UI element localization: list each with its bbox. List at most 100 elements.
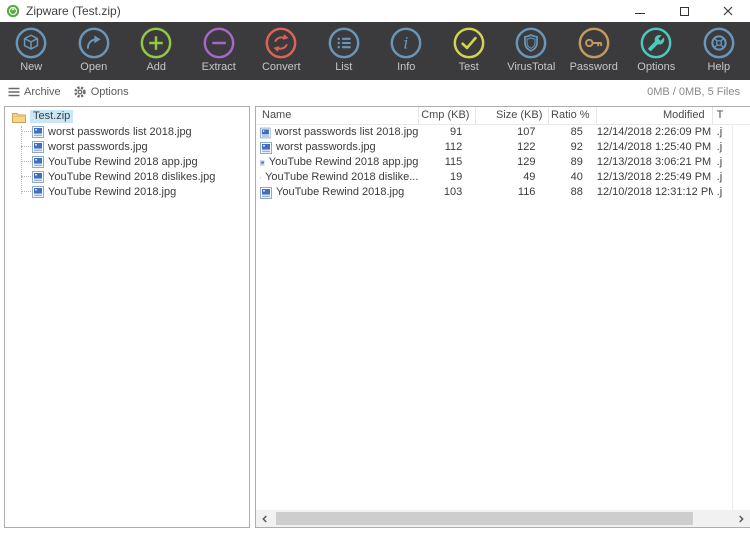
column-header-modified[interactable]: Modified xyxy=(597,107,713,124)
minimize-icon xyxy=(635,13,645,14)
tree-item-file[interactable]: worst passwords.jpg xyxy=(5,139,249,154)
toolbar-label: Test xyxy=(458,61,479,73)
chevron-left-icon xyxy=(261,515,267,522)
tree-connector-line xyxy=(21,126,22,194)
toolbar-button-extract[interactable]: Extract xyxy=(188,22,251,73)
toolbar-label: VirusTotal xyxy=(507,61,556,73)
tree-item-file[interactable]: YouTube Rewind 2018.jpg xyxy=(5,184,249,199)
file-row[interactable]: YouTube Rewind 2018 dislike... 19 49 40 … xyxy=(256,170,750,185)
info-icon: i xyxy=(390,27,422,59)
file-row[interactable]: worst passwords.jpg 112 122 92 12/14/201… xyxy=(256,140,750,155)
cell-size: 129 xyxy=(517,156,536,168)
cell-modified: 12/14/2018 1:25:40 PM xyxy=(596,141,712,153)
tree-item-file[interactable]: YouTube Rewind 2018 dislikes.jpg xyxy=(5,169,249,184)
column-header-size[interactable]: Size (KB) xyxy=(476,107,550,124)
image-file-icon xyxy=(260,127,271,139)
toolbar-button-open[interactable]: Open xyxy=(63,22,126,73)
app-logo-icon xyxy=(6,4,20,18)
file-row[interactable]: YouTube Rewind 2018 app.jpg 115 129 89 1… xyxy=(256,155,750,170)
toolbar-label: Add xyxy=(146,61,167,73)
toolbar-button-new[interactable]: New xyxy=(0,22,63,73)
toolbar-label: Extract xyxy=(201,61,236,73)
file-row[interactable]: YouTube Rewind 2018.jpg 103 116 88 12/10… xyxy=(256,185,750,200)
cell-ratio: 89 xyxy=(570,156,583,168)
cell-cmp: 115 xyxy=(444,156,463,168)
column-separator xyxy=(732,125,733,512)
tree-stub xyxy=(21,176,31,177)
toolbar-button-help[interactable]: Help xyxy=(688,22,750,73)
image-file-icon xyxy=(260,142,272,154)
tree-item-label: YouTube Rewind 2018 dislikes.jpg xyxy=(48,170,216,183)
cell-cmp: 112 xyxy=(444,141,463,153)
menu-archive[interactable]: Archive xyxy=(8,86,61,98)
cell-ratio: 92 xyxy=(570,141,583,153)
cell-modified: 12/10/2018 12:31:12 PM xyxy=(596,186,713,198)
tree-item-file[interactable]: worst passwords list 2018.jpg xyxy=(5,124,249,139)
cell-name: YouTube Rewind 2018 dislike... xyxy=(256,170,418,185)
toolbar-label: List xyxy=(335,61,353,73)
image-file-icon xyxy=(260,187,272,199)
tree-stub xyxy=(21,131,31,132)
cell-cmp: 19 xyxy=(450,171,463,183)
minimize-button[interactable] xyxy=(618,0,662,22)
cell-ratio: 85 xyxy=(570,126,583,138)
toolbar-button-add[interactable]: Add xyxy=(125,22,188,73)
close-button[interactable] xyxy=(706,0,750,22)
menu-options-label: Options xyxy=(90,86,129,98)
column-header-type[interactable]: T xyxy=(713,107,750,124)
window-controls xyxy=(618,0,750,22)
tree-item-file[interactable]: YouTube Rewind 2018 app.jpg xyxy=(5,154,249,169)
key-icon xyxy=(578,27,610,59)
svg-text:i: i xyxy=(404,34,409,53)
maximize-icon xyxy=(679,6,689,16)
tree-root-testzip[interactable]: Test.zip xyxy=(5,109,249,124)
column-header-cmp[interactable]: Cmp (KB) xyxy=(419,107,477,124)
zipware-window: Zipware (Test.zip) New Open Add Extract … xyxy=(0,0,750,536)
toolbar-button-options[interactable]: Options xyxy=(625,22,688,73)
hamburger-icon xyxy=(8,87,20,97)
scroll-left-button[interactable] xyxy=(256,510,273,527)
column-header-ratio[interactable]: Ratio % xyxy=(549,107,597,124)
convert-arrows-icon xyxy=(265,27,297,59)
archive-status: 0MB / 0MB, 5 Files xyxy=(647,86,740,98)
horizontal-scrollbar[interactable] xyxy=(256,510,750,527)
file-row[interactable]: worst passwords list 2018.jpg 91 107 85 … xyxy=(256,125,750,140)
toolbar-button-info[interactable]: i Info xyxy=(375,22,438,73)
cell-size: 49 xyxy=(523,171,536,183)
list-icon xyxy=(328,27,360,59)
toolbar-button-convert[interactable]: Convert xyxy=(250,22,313,73)
title-bar: Zipware (Test.zip) xyxy=(0,0,750,22)
toolbar-label: Password xyxy=(569,61,618,73)
cell-ratio: 40 xyxy=(570,171,583,183)
table-body: worst passwords list 2018.jpg 91 107 85 … xyxy=(256,125,750,512)
toolbar-button-test[interactable]: Test xyxy=(438,22,501,73)
tree-stub xyxy=(21,191,31,192)
column-header-name[interactable]: Name xyxy=(256,107,419,124)
maximize-button[interactable] xyxy=(662,0,706,22)
lifering-icon xyxy=(703,27,735,59)
scroll-right-button[interactable] xyxy=(732,510,749,527)
tree-item-label: YouTube Rewind 2018.jpg xyxy=(48,185,177,198)
toolbar-button-virustotal[interactable]: VirusTotal xyxy=(500,22,563,73)
check-icon xyxy=(453,27,485,59)
cell-size: 107 xyxy=(517,126,536,138)
menu-options[interactable]: Options xyxy=(73,85,129,99)
toolbar-label: Open xyxy=(80,61,108,73)
cell-name: YouTube Rewind 2018 app.jpg xyxy=(256,155,418,170)
toolbar-button-list[interactable]: List xyxy=(313,22,376,73)
image-file-icon xyxy=(32,126,44,138)
minus-icon xyxy=(203,27,235,59)
cell-modified: 12/13/2018 3:06:21 PM xyxy=(596,156,712,168)
image-file-icon xyxy=(260,157,265,169)
cell-modified: 12/14/2018 2:26:09 PM xyxy=(596,126,712,138)
cell-name: worst passwords.jpg xyxy=(256,140,418,155)
cell-ratio: 88 xyxy=(570,186,583,198)
shield-icon xyxy=(515,27,547,59)
folder-icon xyxy=(12,112,26,123)
toolbar-label: New xyxy=(20,61,43,73)
toolbar-button-password[interactable]: Password xyxy=(563,22,626,73)
cube-icon xyxy=(15,27,47,59)
tree-item-label: worst passwords.jpg xyxy=(48,140,148,153)
scrollbar-thumb[interactable] xyxy=(276,512,693,525)
main-area: Test.zip worst passwords list 2018.jpg w… xyxy=(0,104,750,536)
